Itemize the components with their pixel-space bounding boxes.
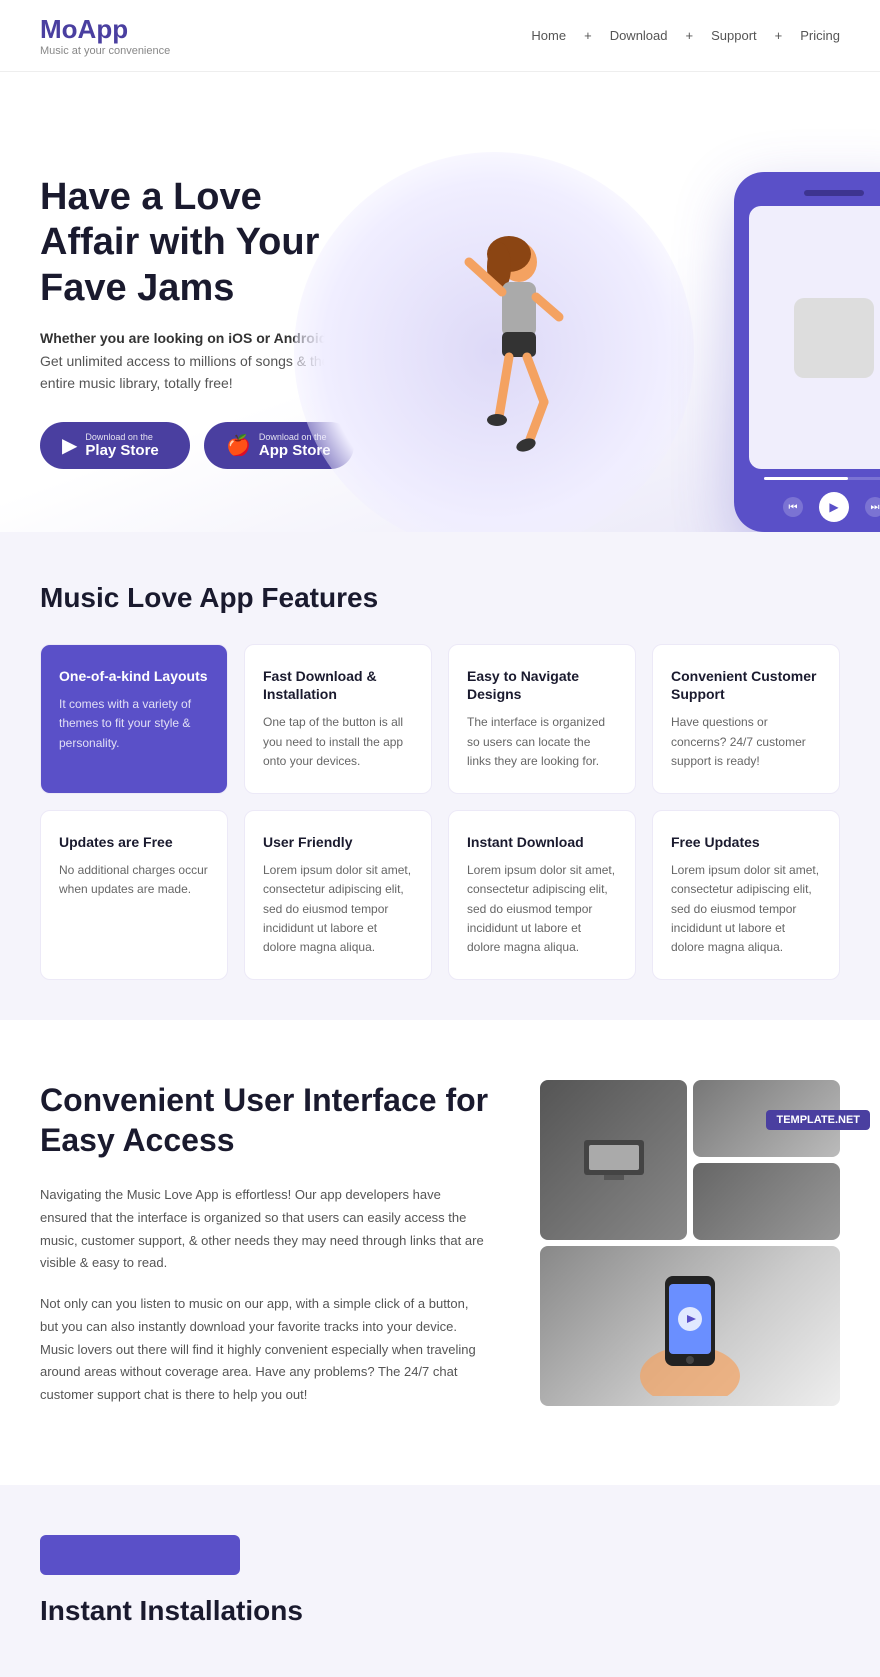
feature-title-2: Easy to Navigate Designs: [467, 667, 617, 703]
phone-controls: ⏮ ▶ ⏭: [783, 492, 880, 522]
about-title: Convenient User Interface for Easy Acces…: [40, 1080, 490, 1160]
features-title: Music Love App Features: [40, 582, 840, 614]
play-store-label-main: Play Store: [85, 442, 158, 459]
album-art: [794, 298, 874, 378]
features-section: Music Love App Features One-of-a-kind La…: [0, 532, 880, 1020]
feature-card-r2-0: Updates are Free No additional charges o…: [40, 810, 228, 980]
nav-support[interactable]: Support: [711, 28, 757, 43]
features-row1: One-of-a-kind Layouts It comes with a va…: [40, 644, 840, 794]
navbar: MoApp Music at your convenience Home + D…: [0, 0, 880, 72]
progress-bar: [764, 477, 880, 480]
feature-title-0: One-of-a-kind Layouts: [59, 667, 209, 685]
hero-illustration: ⏮ ▶ ⏭ 🌿 🍃 ♪: [354, 112, 880, 532]
apple-icon: 🍎: [226, 433, 251, 458]
feature-desc-1: One tap of the button is all you need to…: [263, 713, 413, 771]
progress-fill: [764, 477, 848, 480]
feature-title-1: Fast Download & Installation: [263, 667, 413, 703]
feature-desc-r2-3: Lorem ipsum dolor sit amet, consectetur …: [671, 861, 821, 957]
nav-separator3: +: [775, 28, 783, 43]
image-right-col: [693, 1080, 840, 1240]
feature-desc-r2-2: Lorem ipsum dolor sit amet, consectetur …: [467, 861, 617, 957]
feature-card-3: Convenient Customer Support Have questio…: [652, 644, 840, 794]
play-store-label-top: Download on the: [85, 432, 158, 442]
template-badge: TEMPLATE.NET: [766, 1110, 870, 1130]
feature-card-r2-2: Instant Download Lorem ipsum dolor sit a…: [448, 810, 636, 980]
nav-download[interactable]: Download: [610, 28, 668, 43]
nav-separator1: +: [584, 28, 592, 43]
feature-title-r2-3: Free Updates: [671, 833, 821, 851]
about-section: Convenient User Interface for Easy Acces…: [0, 1020, 880, 1485]
feature-desc-3: Have questions or concerns? 24/7 custome…: [671, 713, 821, 771]
prev-button[interactable]: ⏮: [783, 497, 803, 517]
feature-desc-2: The interface is organized so users can …: [467, 713, 617, 771]
play-store-icon: ▶: [62, 433, 77, 458]
hero-sub-line1: Whether you are looking on iOS or Androi…: [40, 330, 327, 346]
play-button[interactable]: ▶: [819, 492, 849, 522]
about-text-2: Not only can you listen to music on our …: [40, 1293, 490, 1407]
feature-card-2: Easy to Navigate Designs The interface i…: [448, 644, 636, 794]
feature-title-3: Convenient Customer Support: [671, 667, 821, 703]
hero-sub-body: Get unlimited access to millions of song…: [40, 353, 329, 391]
feature-desc-r2-1: Lorem ipsum dolor sit amet, consectetur …: [263, 861, 413, 957]
feature-title-r2-1: User Friendly: [263, 833, 413, 851]
image-desk: [540, 1080, 687, 1240]
bottom-section: Instant Installations: [0, 1485, 880, 1677]
hero-section: Have a Love Affair with Your Fave Jams W…: [0, 72, 880, 532]
about-text-1: Navigating the Music Love App is effortl…: [40, 1184, 490, 1275]
phone-screen: [749, 206, 880, 469]
about-content: Convenient User Interface for Easy Acces…: [40, 1080, 490, 1425]
bottom-bar-decoration: [40, 1535, 240, 1575]
phone-mockup: ⏮ ▶ ⏭: [734, 172, 880, 532]
nav-separator2: +: [686, 28, 694, 43]
nav-home[interactable]: Home: [531, 28, 566, 43]
feature-card-1: Fast Download & Installation One tap of …: [244, 644, 432, 794]
nav-links: Home + Download + Support + Pricing: [531, 28, 840, 43]
feature-card-r2-1: User Friendly Lorem ipsum dolor sit amet…: [244, 810, 432, 980]
hero-buttons: ▶ Download on the Play Store 🍎 Download …: [40, 422, 354, 469]
next-button[interactable]: ⏭: [865, 497, 880, 517]
feature-desc-r2-0: No additional charges occur when updates…: [59, 861, 209, 899]
phone-speaker: [804, 190, 864, 196]
brand-tagline: Music at your convenience: [40, 45, 170, 57]
feature-card-0: One-of-a-kind Layouts It comes with a va…: [40, 644, 228, 794]
bottom-title: Instant Installations: [40, 1595, 840, 1627]
feature-card-r2-3: Free Updates Lorem ipsum dolor sit amet,…: [652, 810, 840, 980]
image-top-row: [540, 1080, 840, 1240]
image-music-bottom: [693, 1163, 840, 1240]
play-store-button[interactable]: ▶ Download on the Play Store: [40, 422, 190, 469]
image-hand-phone: [540, 1246, 840, 1406]
feature-title-r2-0: Updates are Free: [59, 833, 209, 851]
brand-name: MoApp: [40, 14, 170, 45]
feature-title-r2-2: Instant Download: [467, 833, 617, 851]
logo: MoApp Music at your convenience: [40, 14, 170, 57]
features-row2: Updates are Free No additional charges o…: [40, 810, 840, 980]
feature-desc-0: It comes with a variety of themes to fit…: [59, 695, 209, 753]
nav-pricing[interactable]: Pricing: [800, 28, 840, 43]
dancer-illustration: [454, 232, 574, 512]
